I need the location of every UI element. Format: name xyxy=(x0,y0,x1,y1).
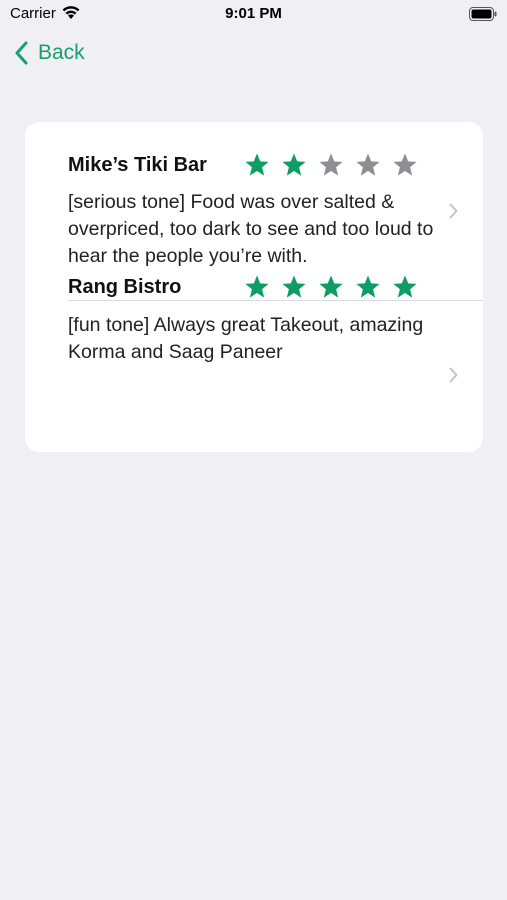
review-row[interactable]: Rang Bistro [fun tone] Always great Take… xyxy=(25,122,483,452)
star-rating xyxy=(244,274,418,300)
star-filled-icon xyxy=(282,275,306,298)
star-filled-icon xyxy=(356,275,380,298)
status-time: 9:01 PM xyxy=(225,5,282,22)
review-text: [fun tone] Always great Takeout, amazing… xyxy=(68,314,424,363)
chevron-left-icon xyxy=(15,41,28,65)
star-filled-icon xyxy=(319,275,343,298)
battery-icon xyxy=(469,7,497,21)
restaurant-name: Rang Bistro xyxy=(68,276,182,298)
star-filled-icon xyxy=(393,275,417,298)
chevron-right-icon xyxy=(449,367,458,383)
reviews-card: Mike’s Tiki Bar [serious tone] Food was … xyxy=(25,122,483,452)
back-label: Back xyxy=(38,41,85,64)
star-filled-icon xyxy=(245,275,269,298)
back-button[interactable]: Back xyxy=(14,38,85,68)
status-bar: Carrier 9:01 PM xyxy=(0,0,507,28)
